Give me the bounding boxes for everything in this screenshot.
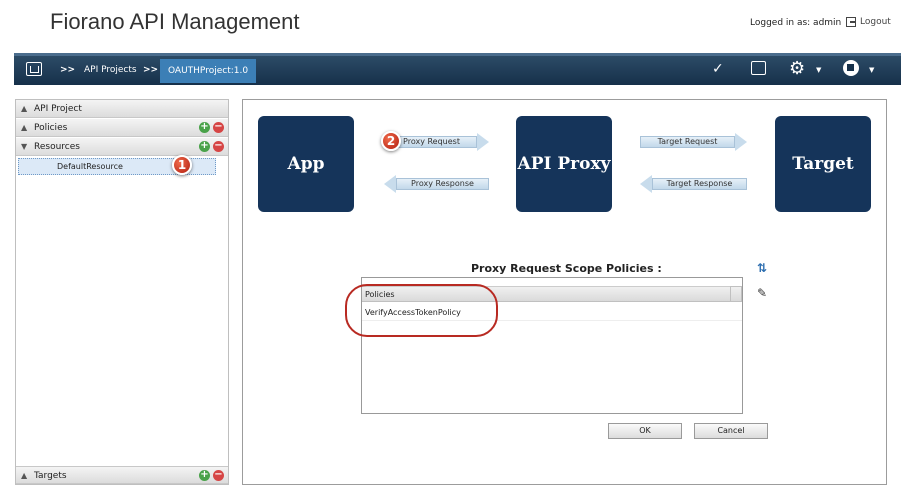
section-label: Policies [34,123,68,133]
arrow-left-icon [384,175,396,193]
chevron-up-icon: ▲ [21,104,28,113]
chevron-down-icon[interactable]: ▼ [816,66,821,74]
chevron-up-icon: ▲ [21,471,28,480]
logout-icon [846,17,856,27]
arrow-right-icon [477,133,489,151]
scope-policies-title: Proxy Request Scope Policies : [471,262,662,275]
api-proxy-node[interactable]: API Proxy [516,116,612,212]
remove-target-button[interactable]: − [213,470,224,481]
target-response-label: Target Response [652,178,747,190]
section-label: Resources [34,142,80,152]
arrow-right-icon [735,133,747,151]
breadcrumb-separator: >> [60,65,76,75]
proxy-response-arrow[interactable]: Proxy Response [384,175,489,193]
stop-icon[interactable] [843,60,859,76]
remove-policy-button[interactable]: − [213,122,224,133]
target-request-label: Target Request [640,136,735,148]
chevron-down-icon: ▼ [21,142,28,151]
app-node[interactable]: App [258,116,354,212]
refresh-icon[interactable]: ⇅ [757,261,767,275]
save-icon[interactable] [751,61,766,75]
remove-resource-button[interactable]: − [213,141,224,152]
app-title: Fiorano API Management [50,9,300,34]
header: Fiorano API Management Logged in as: adm… [0,0,901,52]
chevron-up-icon: ▲ [21,123,28,132]
callout-one: 1 [172,155,192,175]
chevron-down-icon[interactable]: ▼ [869,66,874,74]
add-target-button[interactable]: + [199,470,210,481]
add-policy-button[interactable]: + [199,122,210,133]
proxy-response-label: Proxy Response [396,178,489,190]
section-policies[interactable]: ▲ Policies + − [16,119,228,137]
section-label: Targets [34,471,67,481]
target-response-arrow[interactable]: Target Response [640,175,747,193]
validate-icon[interactable]: ✓ [712,60,724,78]
highlight-annotation [345,284,498,337]
logged-in-label: Logged in as: admin [750,18,842,28]
grid-column-menu[interactable] [730,286,742,302]
logout-link[interactable]: Logout [846,17,891,27]
callout-two: 2 [381,131,401,151]
home-icon[interactable] [26,62,42,76]
section-resources[interactable]: ▼ Resources + − [16,138,228,156]
project-tree-panel: ▲ API Project ▲ Policies + − ▼ Resources… [15,99,229,485]
proxy-request-arrow[interactable]: Proxy Request [386,133,489,151]
ok-button[interactable]: OK [608,423,682,439]
section-targets[interactable]: ▲ Targets + − [16,466,228,484]
gear-icon[interactable]: ⚙ [789,60,805,78]
navbar: >> API Projects >> OAUTHProject:1.0 ✓ ⚙ … [14,53,901,85]
cancel-button[interactable]: Cancel [694,423,768,439]
pencil-icon[interactable]: ✎ [757,286,767,300]
logout-label: Logout [860,17,891,27]
target-node[interactable]: Target [775,116,871,212]
add-resource-button[interactable]: + [199,141,210,152]
breadcrumb-api-projects[interactable]: API Projects [84,65,137,75]
breadcrumb-active-project[interactable]: OAUTHProject:1.0 [160,59,257,83]
flow-panel: App API Proxy Target Proxy Request 2 Pro… [242,99,887,485]
target-request-arrow[interactable]: Target Request [640,133,747,151]
section-api-project[interactable]: ▲ API Project [16,100,228,118]
arrow-left-icon [640,175,652,193]
section-label: API Project [34,104,82,114]
breadcrumb-separator: >> [143,65,159,75]
